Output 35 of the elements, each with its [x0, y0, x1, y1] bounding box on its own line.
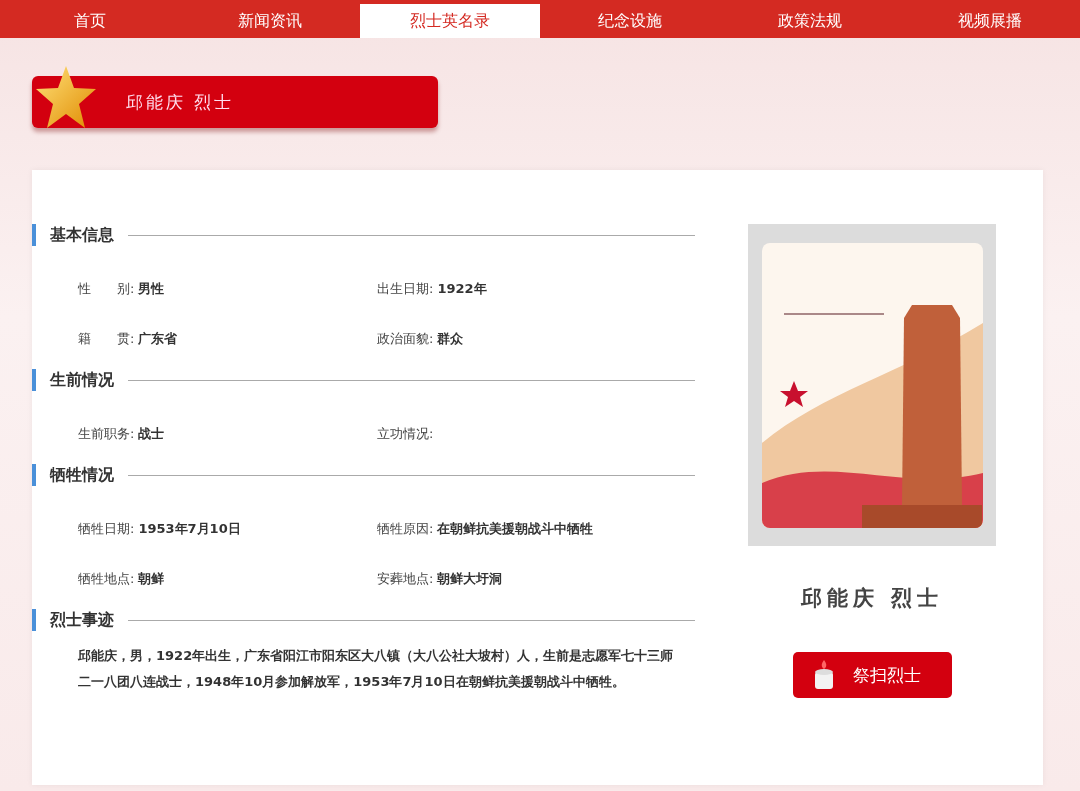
field-label: 立功情况: [377, 426, 434, 441]
tribute-button[interactable]: 祭扫烈士 [792, 652, 952, 698]
field-label: 牺牲原因: [377, 521, 434, 536]
field-value: 广东省 [138, 331, 178, 346]
field-label: 安葬地点: [377, 571, 434, 586]
section-title: 生前情况 [50, 369, 114, 391]
field-label: 牺牲地点: [78, 571, 135, 586]
field-label: 生前职务: [78, 426, 135, 441]
nav-tab[interactable]: 烈士英名录 [360, 4, 540, 38]
field-value: 群众 [437, 331, 464, 346]
field-label: 性 别: [78, 281, 135, 296]
candle-icon [812, 660, 835, 690]
banner-title: 邱能庆 烈士 [126, 90, 235, 114]
section-title: 牺牲情况 [50, 464, 114, 486]
section-title: 基本信息 [50, 224, 114, 246]
nav-tab[interactable]: 视频展播 [900, 4, 1080, 38]
biography-text: 邱能庆，男，1922年出生，广东省阳江市阳东区大八镇（大八公社大坡村）人，生前是志愿军七十三师二一八团八连战士，1948年10月参加解放军，1953年7月10日在朝鲜抗美援朝战斗中牺牲。 [78, 647, 675, 691]
field-value: 1922年 [437, 281, 487, 296]
field-value: 在朝鲜抗美援朝战斗中牺牲 [437, 521, 594, 536]
field-value: 男性 [138, 281, 165, 296]
section-title: 烈士事迹 [50, 609, 114, 631]
nav-tab[interactable]: 政策法规 [720, 4, 900, 38]
field-label: 出生日期: [377, 281, 434, 296]
field-label: 牺牲日期: [78, 521, 135, 536]
nav-tab[interactable]: 纪念设施 [540, 4, 720, 38]
field-label: 政治面貌: [377, 331, 434, 346]
nav-tab[interactable]: 首页 [0, 4, 180, 38]
field-value: 朝鲜 [138, 571, 165, 586]
field-value: 1953年7月10日 [138, 521, 241, 536]
field-label: 籍 贯: [78, 331, 135, 346]
star-icon [36, 66, 96, 130]
field-value: 战士 [138, 426, 165, 441]
nav-tab[interactable]: 新闻资讯 [180, 4, 360, 38]
field-value: 朝鲜大圩洞 [437, 571, 503, 586]
martyr-name: 邱能庆 烈士 [800, 585, 944, 612]
